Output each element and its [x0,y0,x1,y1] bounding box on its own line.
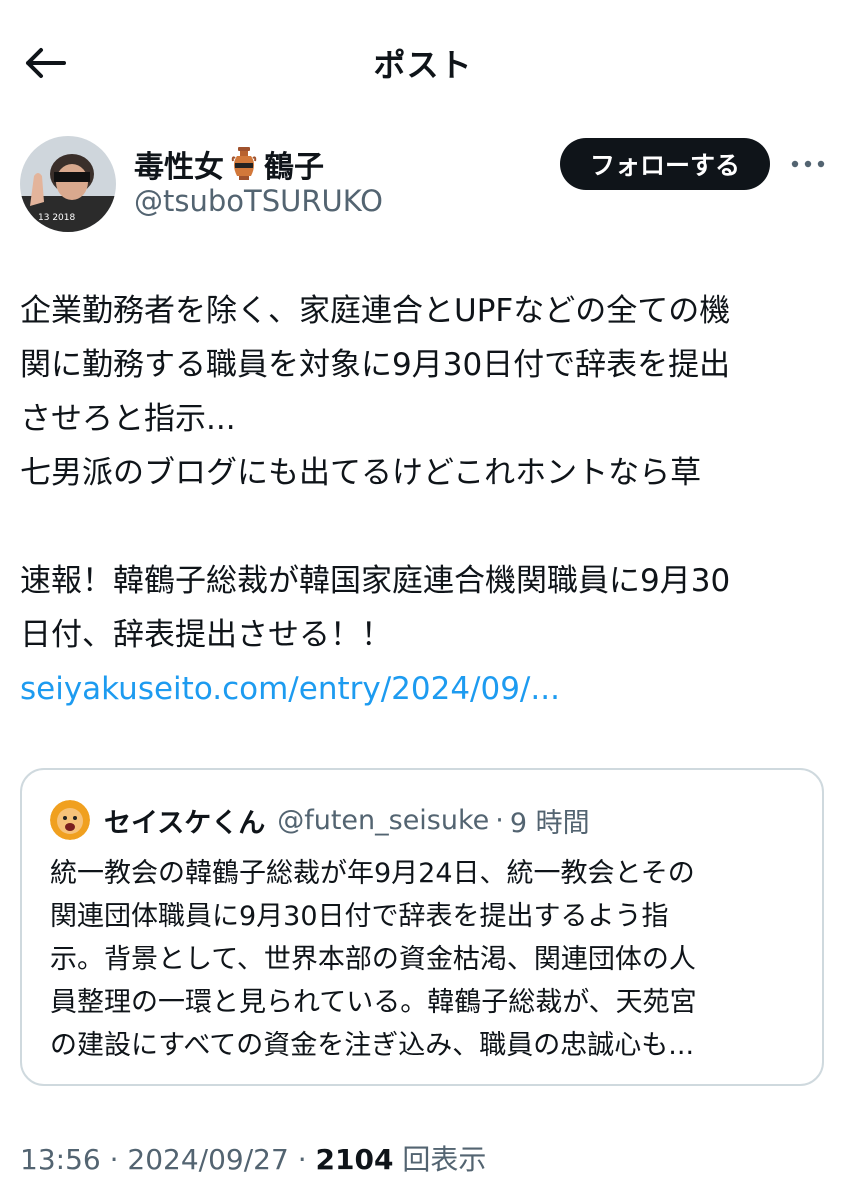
quoted-line: の建設にすべての資金を注ぎ込み、職員の忠誠心も... [50,1030,695,1061]
post-text: 企業勤務者を除く、家庭連合とUPFなどの全ての機 関に勤務する職員を対象に9月3… [20,284,830,716]
views-label: 回表示 [402,1143,487,1176]
quoted-post-card[interactable]: セイスケくん @futen_seisuke · 9 時間 統一教会の韓鶴子総裁が… [20,768,824,1086]
quoted-author-avatar [50,800,90,840]
author-name-part2: 鶴子 [264,150,324,185]
meta-separator: · [109,1143,119,1176]
svg-text:13 2018: 13 2018 [38,213,75,223]
views-count[interactable]: 2104 [316,1143,394,1176]
post-line: させろと指示... [20,401,236,437]
post-line: 日付、辞表提出させる！！ [20,617,392,653]
quoted-separator: · [495,804,504,836]
more-dots-icon [791,160,825,168]
author-name-part1: 毒性女 [134,150,224,185]
quoted-post-text: 統一教会の韓鶴子総裁が年9月24日、統一教会とその 関連団体職員に9月30日付で… [50,852,800,1067]
post-link[interactable]: seiyakuseito.com/entry/2024/09/... [20,671,560,707]
post-line: 関に勤務する職員を対象に9月30日付で辞表を提出 [20,347,731,383]
post-time: 13:56 [20,1143,101,1176]
follow-button[interactable]: フォローする [560,138,770,190]
author-handle[interactable]: @tsuboTSURUKO [134,184,383,218]
author-avatar[interactable]: 13 2018 [20,136,116,232]
quoted-post-header: セイスケくん @futen_seisuke · 9 時間 [50,800,590,840]
top-bar: ポスト [0,0,846,120]
author-name[interactable]: 毒性女 鶴子 [134,142,324,186]
quoted-timestamp: 9 時間 [509,807,590,839]
quoted-line: 関連団体職員に9月30日付で辞表を提出するよう指 [50,901,669,932]
quoted-author-name: セイスケくん [104,807,266,839]
post-line: 企業勤務者を除く、家庭連合とUPFなどの全ての機 [20,293,731,329]
meta-separator: · [297,1143,307,1176]
page-title: ポスト [373,46,473,84]
quoted-line: 員整理の一環と見られている。韓鶴子総裁が、天苑宮 [50,987,697,1018]
more-options-button[interactable] [788,146,828,182]
post-line: 七男派のブログにも出てるけどこれホントなら草 [20,455,702,491]
quoted-line: 示。背景として、世界本部の資金枯渇、関連団体の人 [50,944,696,975]
quoted-author-handle: @futen_seisuke [277,804,490,836]
vase-icon [230,146,258,182]
post-meta: 13:56 · 2024/09/27 · 2104 回表示 [20,1138,486,1178]
post-line-blank [20,500,830,554]
post-line: 速報！韓鶴子総裁が韓国家庭連合機関職員に9月30 [20,563,731,599]
post-date: 2024/09/27 [127,1143,289,1176]
quoted-line: 統一教会の韓鶴子総裁が年9月24日、統一教会とその [50,858,695,889]
